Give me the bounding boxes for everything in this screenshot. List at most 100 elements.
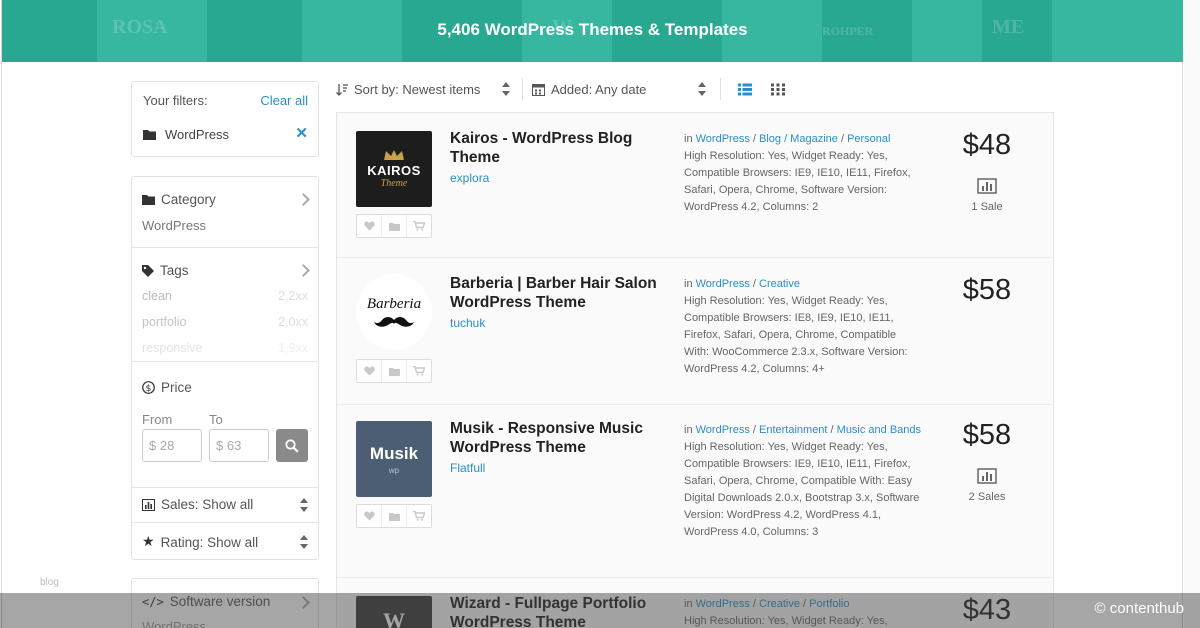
item-thumbnail[interactable]: Barberia xyxy=(356,274,432,350)
thumb-subtext: wp xyxy=(388,465,400,475)
cart-icon xyxy=(413,366,425,376)
heart-icon xyxy=(363,511,375,521)
item-author[interactable]: Flatfull xyxy=(450,461,485,475)
item-author[interactable]: tuchuk xyxy=(450,316,485,330)
credit-overlay-bar xyxy=(0,593,1200,628)
rating-filter[interactable]: ★ Rating: Show all xyxy=(132,523,318,560)
item-thumbnail[interactable]: Musik wp xyxy=(356,421,432,497)
item-price: $48 xyxy=(962,129,1012,161)
rating-filter-header[interactable]: ★ Rating: Show all xyxy=(142,534,258,550)
side-note: blog xyxy=(40,577,59,588)
sales-chart-icon xyxy=(977,178,997,194)
item-price: $58 xyxy=(962,419,1012,451)
category-link[interactable]: Personal xyxy=(847,133,890,145)
collection-button[interactable] xyxy=(382,505,407,527)
filters-label: Your filters: xyxy=(143,93,208,108)
search-icon xyxy=(285,438,299,453)
tags-section[interactable]: Tags clean 2,2xx portfolio 2,0xx respons… xyxy=(132,248,318,362)
category-header[interactable]: Category xyxy=(142,192,216,207)
list-item: Barberia Barberia | Barber Hair Salon Wo… xyxy=(337,258,1053,405)
grid-view-icon xyxy=(771,83,785,95)
category-link[interactable]: WordPress xyxy=(696,133,750,145)
sort-updown-icon xyxy=(502,82,510,96)
active-filter-label: WordPress xyxy=(165,127,230,142)
item-actions xyxy=(356,504,432,528)
price-to-label: To xyxy=(209,412,223,427)
price-search-button[interactable] xyxy=(276,429,308,462)
sales-filter[interactable]: Sales: Show all xyxy=(132,486,318,523)
bar-chart-icon xyxy=(142,498,155,511)
folder-icon xyxy=(142,195,155,205)
favorite-button[interactable] xyxy=(357,215,382,237)
sort-updown-icon xyxy=(698,82,706,96)
filters-panel: Your filters: Clear all WordPress ✕ xyxy=(131,81,319,157)
item-attributes: High Resolution: Yes, Widget Ready: Yes,… xyxy=(684,150,911,213)
item-attributes: High Resolution: Yes, Widget Ready: Yes,… xyxy=(684,295,908,375)
category-link[interactable]: Music and Bands xyxy=(837,424,921,436)
cart-button[interactable] xyxy=(407,505,431,527)
rating-filter-label: Rating: Show all xyxy=(160,534,259,550)
results-toolbar: Sort by: Newest items Added: Any date xyxy=(336,78,1056,102)
item-actions xyxy=(356,214,432,238)
date-select[interactable]: Added: Any date xyxy=(532,78,712,100)
item-thumbnail[interactable]: KAIROS Theme xyxy=(356,131,432,207)
thumb-text: Musik xyxy=(369,443,419,463)
cart-button[interactable] xyxy=(407,360,431,382)
sort-updown-icon xyxy=(300,498,308,512)
star-icon: ★ xyxy=(142,534,155,550)
toolbar-divider xyxy=(522,78,523,100)
dollar-circle-icon: $ xyxy=(142,381,155,394)
category-link[interactable]: WordPress xyxy=(696,278,750,290)
remove-filter-icon[interactable]: ✕ xyxy=(295,124,308,142)
tag-item[interactable]: portfolio 2,0xx xyxy=(142,315,308,329)
item-title[interactable]: Musik - Responsive Music WordPress Theme xyxy=(450,419,665,457)
item-meta: in WordPress / Entertainment / Music and… xyxy=(684,424,922,538)
list-view-icon xyxy=(738,83,752,95)
toolbar-divider xyxy=(720,78,721,100)
tag-item[interactable]: clean 2,2xx xyxy=(142,289,308,303)
category-link[interactable]: WordPress xyxy=(696,424,750,436)
mustache-icon xyxy=(374,317,414,327)
item-meta: in WordPress / Blog / Magazine / Persona… xyxy=(684,133,911,213)
category-label: Category xyxy=(161,192,216,207)
active-filter: WordPress xyxy=(143,127,229,142)
clear-all-link[interactable]: Clear all xyxy=(260,93,308,108)
category-value: WordPress xyxy=(142,218,207,233)
price-to-input[interactable]: $ 63 xyxy=(209,429,269,462)
heart-icon xyxy=(363,366,375,376)
sort-icon xyxy=(336,83,348,96)
category-link[interactable]: Entertainment xyxy=(759,424,827,436)
item-title[interactable]: Kairos - WordPress Blog Theme xyxy=(450,129,655,167)
item-actions xyxy=(356,359,432,383)
cart-icon xyxy=(413,221,425,231)
date-label: Added: Any date xyxy=(551,81,647,97)
item-sales: 1 Sale xyxy=(971,201,1003,213)
grid-view-button[interactable] xyxy=(771,78,785,100)
cart-button[interactable] xyxy=(407,215,431,237)
svg-text:$: $ xyxy=(146,384,152,394)
sort-updown-icon xyxy=(300,535,308,549)
scroll-gutter xyxy=(1184,0,1200,628)
sales-filter-header[interactable]: Sales: Show all xyxy=(142,497,253,512)
item-title[interactable]: Barberia | Barber Hair Salon WordPress T… xyxy=(450,274,665,312)
list-view-button[interactable] xyxy=(738,78,752,100)
item-author[interactable]: explora xyxy=(450,171,489,185)
page-title: 5,406 WordPress Themes & Templates xyxy=(437,20,748,39)
thumb-text: KAIROS xyxy=(367,163,421,178)
collection-button[interactable] xyxy=(382,215,407,237)
price-section: $ Price From To xyxy=(132,362,318,488)
tag-item[interactable]: responsive 1,9xx xyxy=(142,341,308,355)
sales-chart-icon xyxy=(977,468,997,484)
tags-header[interactable]: Tags xyxy=(142,263,189,278)
sort-select[interactable]: Sort by: Newest items xyxy=(336,78,516,100)
crown-icon xyxy=(384,150,404,160)
collection-button[interactable] xyxy=(382,360,407,382)
item-sales: 2 Sales xyxy=(968,491,1006,503)
favorite-button[interactable] xyxy=(357,505,382,527)
tag-icon xyxy=(142,264,154,277)
category-section[interactable]: Category WordPress xyxy=(132,177,318,248)
favorite-button[interactable] xyxy=(357,360,382,382)
price-from-input[interactable]: $ 28 xyxy=(142,429,202,462)
category-link[interactable]: Blog / Magazine xyxy=(759,133,838,145)
category-link[interactable]: Creative xyxy=(759,278,800,290)
